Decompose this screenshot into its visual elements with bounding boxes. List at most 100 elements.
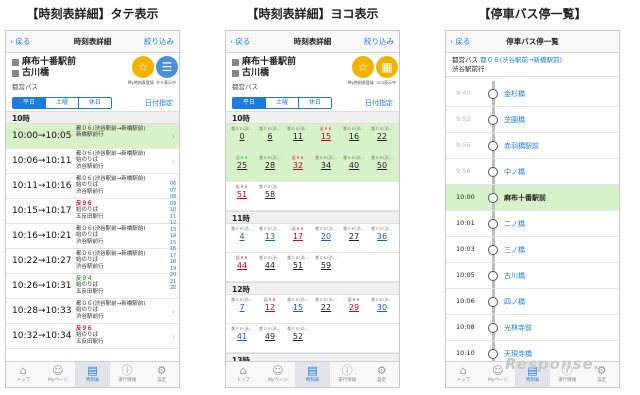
departure-cell[interactable]: 反９６ 17 (286, 226, 310, 242)
departure-cell[interactable]: 都０６(渋… 49 (258, 326, 282, 342)
tab-saturday[interactable]: 土曜 (266, 98, 299, 108)
stop-row[interactable]: 10:06 四ノ橋 (446, 289, 619, 315)
departure-cell[interactable]: 都０６(渋… 6 (258, 126, 282, 142)
route-detail: 都０６(渋谷駅前→新橋駅前) 始のりば 渋谷駅前行 (76, 226, 146, 245)
tab-holiday[interactable]: 休日 (79, 98, 111, 108)
stop-time: 10:01 (456, 219, 475, 227)
tab-holiday[interactable]: 休日 (299, 98, 331, 108)
tab-top[interactable]: ⌂ トップ (446, 362, 481, 387)
stop-row[interactable]: 9:52 芝園橋 (446, 107, 619, 133)
departure-cell[interactable]: 反９６ 15 (314, 126, 338, 142)
departure-cell[interactable]: 都０６(渋… 40 (342, 155, 366, 171)
departure-arrival-time: 10:16→10:21 (12, 231, 72, 241)
departure-cell[interactable]: 都０６(渋… 28 (258, 155, 282, 171)
back-button[interactable]: ‹ 戻る (10, 36, 30, 47)
list-icon[interactable]: ☰ (156, 56, 178, 78)
back-button[interactable]: ‹ 戻る (230, 36, 250, 47)
tab-operation[interactable]: ⓘ 運行情報 (330, 362, 365, 387)
tab-settings[interactable]: ⚙ 設定 (144, 362, 179, 387)
table-row[interactable]: 10:15→10:17 反９６ 始のりば 五反田駅行 › (6, 199, 179, 224)
stop-row[interactable]: 9:56 赤羽橋駅前 (446, 133, 619, 159)
tab-weekday[interactable]: 平日 (233, 98, 266, 108)
tab-settings[interactable]: ⚙ 設定 (364, 362, 399, 387)
departure-cell[interactable]: 反９６ 51 (230, 184, 254, 200)
back-button[interactable]: ‹ 戻る (450, 36, 470, 47)
route-detail: 都０６(渋谷駅前→新橋駅前) 始のりば 渋谷駅前行 (76, 176, 146, 195)
hour-index[interactable]: 06 07 08 09 10 11 12 13 14 15 16 17 18 19 20 21 22 (167, 181, 179, 292)
stop-time: 10:10 (456, 349, 475, 357)
table-row[interactable]: 10:22→10:27 都０６(渋谷駅前→新橋駅前) 始のりば 渋谷駅前行 › (6, 249, 179, 274)
date-spec-link[interactable]: 日付指定 (145, 98, 173, 108)
tab-timetable[interactable]: ▤ 時刻表 (295, 362, 330, 387)
minute-value: 52 (292, 332, 304, 341)
stop-name: 中ノ橋 (504, 168, 525, 176)
tab-operation[interactable]: ⓘ 運行情報 (110, 362, 145, 387)
departure-cell[interactable]: 反９６ 32 (286, 155, 310, 171)
departure-cell[interactable]: 都０６(渋… 7 (230, 297, 254, 313)
grid-icon[interactable]: ▦ (376, 56, 398, 78)
departure-cell[interactable]: 都０６(渋… 20 (314, 226, 338, 242)
tab-mypage[interactable]: ☺ Myページ (41, 362, 76, 387)
stop-dot-icon (488, 297, 498, 307)
departure-cell[interactable]: 反９６ 44 (230, 255, 254, 271)
departure-cell[interactable]: 都０６(渋… 11 (286, 126, 310, 142)
date-spec-link[interactable]: 日付指定 (365, 98, 393, 108)
caption-tate: 【時刻表詳細】タテ表示 (26, 7, 159, 21)
stop-row[interactable]: 10:08 光林寺前 (446, 315, 619, 341)
tab-weekday[interactable]: 平日 (13, 98, 46, 108)
table-row[interactable]: 10:16→10:21 都０６(渋谷駅前→新橋駅前) 始のりば 渋谷駅前行 › (6, 224, 179, 249)
departure-cell[interactable]: 都０６(渋… 22 (314, 297, 338, 313)
stop-row[interactable]: 10:03 三ノ橋 (446, 237, 619, 263)
departure-cell[interactable]: 反９４ 25 (230, 155, 254, 171)
square-icon (232, 59, 239, 66)
departure-cell[interactable]: 都０６(渋… 22 (370, 126, 394, 142)
table-row[interactable]: 10:11→10:16 都０６(渋谷駅前→新橋駅前) 始のりば 渋谷駅前行 › (6, 174, 179, 199)
departure-cell[interactable]: 都０６(渋… 0 (230, 126, 254, 142)
table-row[interactable]: 10:26→10:31 反９４ 始のりば 五反田駅行 › (6, 274, 179, 299)
caption-stops: 【停車バス停一覧】 (478, 7, 587, 21)
tab-saturday[interactable]: 土曜 (46, 98, 79, 108)
departure-cell[interactable]: 都０６(渋… 15 (286, 297, 310, 313)
tab-top[interactable]: ⌂ トップ (226, 362, 261, 387)
my-label: My時刻表登録 (128, 80, 154, 85)
table-row[interactable]: 10:00→10:05 都０６(渋谷駅前→新橋駅前) 新橋駅前行 › (6, 124, 179, 149)
filter-button[interactable]: 絞り込み (364, 36, 394, 47)
stop-row[interactable]: 10:05 古川橋 (446, 263, 619, 289)
stop-row[interactable]: 10:00 麻布十番駅前 (446, 185, 619, 211)
nav-bar: ‹ 戻る 時刻表詳細 絞り込み (6, 31, 179, 53)
departure-cell[interactable]: 都０６(渋… 51 (286, 255, 310, 271)
tab-top[interactable]: ⌂ トップ (6, 362, 41, 387)
tab-timetable[interactable]: ▤ 時刻表 (75, 362, 110, 387)
table-row[interactable]: 10:28→10:33 都０６(渋谷駅前→新橋駅前) 始のりば 渋谷駅前行 › (6, 299, 179, 324)
table-row[interactable]: 10:32→10:34 反９６ 始のりば 五反田駅行 › (6, 324, 179, 349)
chevron-right-icon: › (171, 132, 175, 141)
departure-cell[interactable]: 都０６(渋… 27 (342, 226, 366, 242)
star-icon[interactable]: ☆ (352, 56, 374, 78)
stop-row[interactable]: 9:58 中ノ橋 (446, 159, 619, 185)
departure-cell[interactable]: 都０６(渋… 16 (342, 126, 366, 142)
departure-cell[interactable]: 都０６(渋… 59 (314, 255, 338, 271)
departure-cell[interactable]: 都０６(渋… 52 (286, 326, 310, 342)
tab-mypage[interactable]: ☺ Myページ (261, 362, 296, 387)
departure-cell[interactable]: 都０６(渋…13 (258, 226, 282, 242)
stop-time: 9:45 (456, 89, 471, 97)
departure-cell[interactable]: 都０６(渋… 41 (230, 326, 254, 342)
filter-button[interactable]: 絞り込み (144, 36, 174, 47)
departure-arrival-time: 10:32→10:34 (12, 331, 72, 341)
star-icon[interactable]: ☆ (132, 56, 154, 78)
departure-cell[interactable]: 都０６(渋… 34 (314, 155, 338, 171)
minute-value: 6 (267, 132, 273, 141)
minute-value: 58 (264, 190, 276, 199)
departure-cell[interactable]: 都０６(渋… 4 (230, 226, 254, 242)
departure-cell[interactable]: 都０６(渋… 58 (258, 184, 282, 200)
stop-row[interactable]: 9:45 金杉橋 (446, 81, 619, 107)
departure-cell[interactable]: 都０６(渋… 50 (370, 155, 394, 171)
departure-cell[interactable]: 都０６(渋… 36 (370, 226, 394, 242)
departure-cell[interactable]: 都０６(渋… 44 (258, 255, 282, 271)
hour-index-item[interactable]: 22 (167, 285, 179, 292)
departure-cell[interactable]: 反９６ 29 (342, 297, 366, 313)
departure-cell[interactable]: 都０６(渋… 30 (370, 297, 394, 313)
stop-row[interactable]: 10:01 二ノ橋 (446, 211, 619, 237)
departure-cell[interactable]: 反９６ 12 (258, 297, 282, 313)
table-row[interactable]: 10:06→10:11 都０６(渋谷駅前→新橋駅前) 始のりば 渋谷駅前行 › (6, 149, 179, 174)
